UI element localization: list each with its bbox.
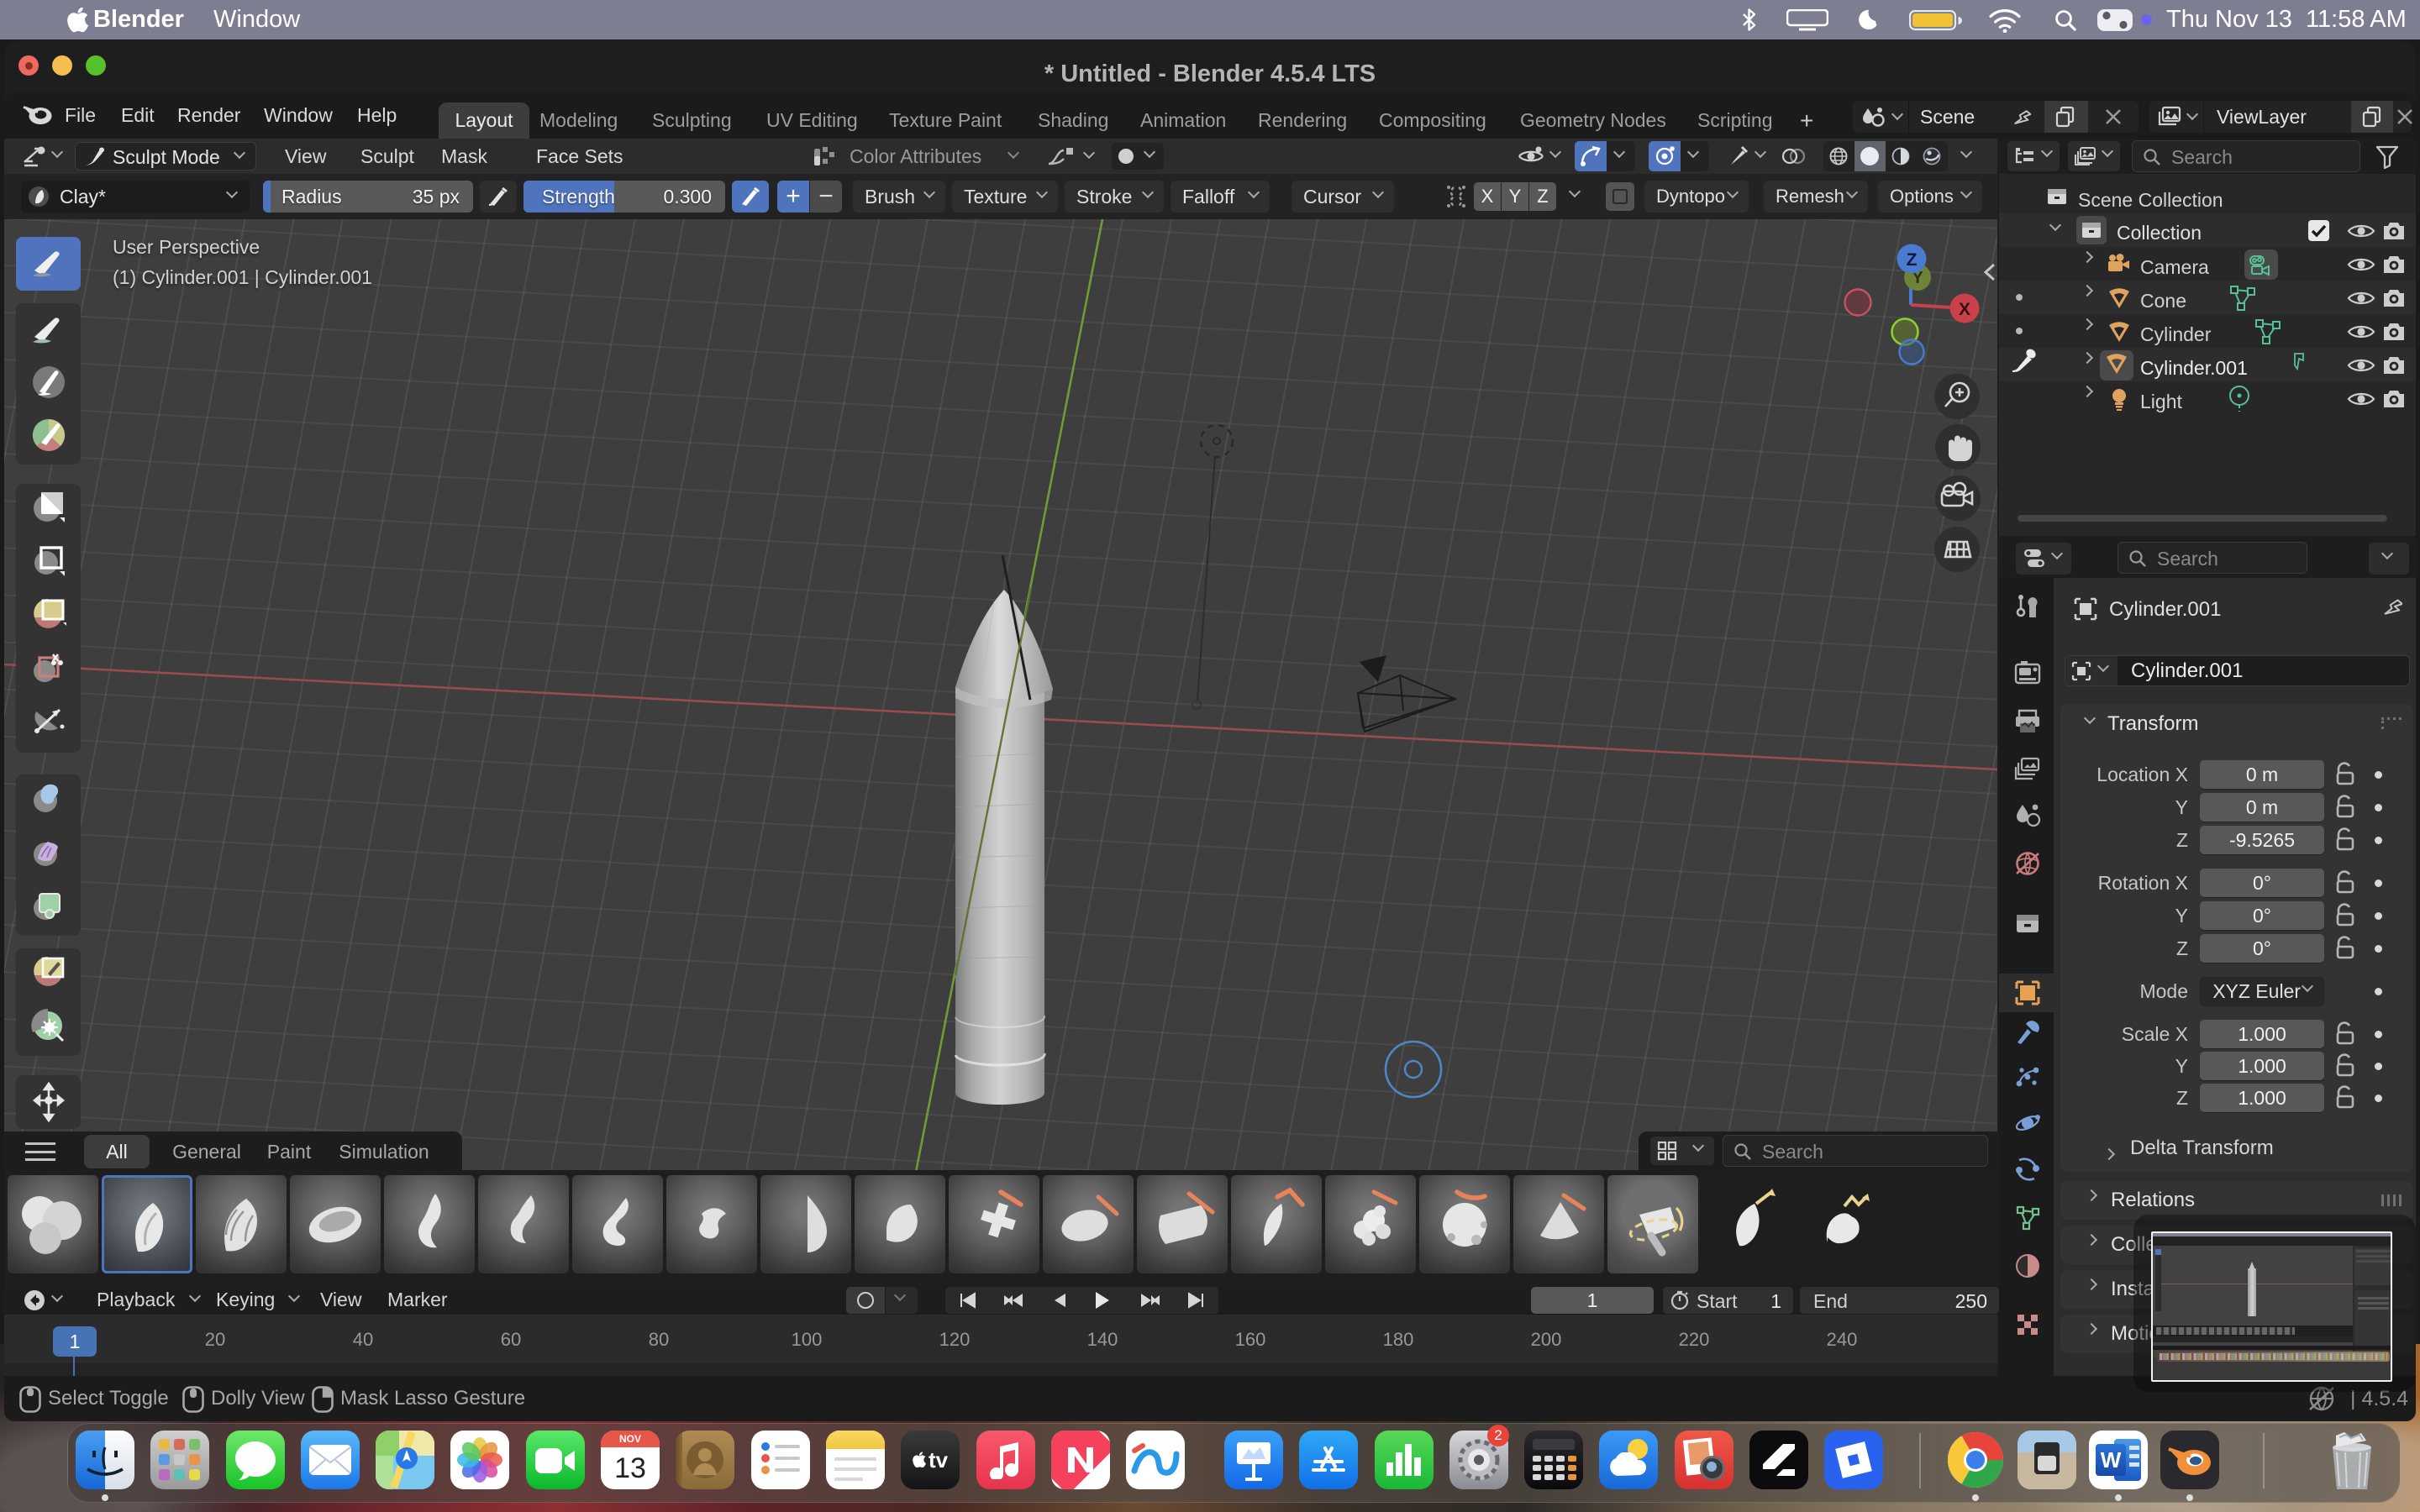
- svg-text:Z: Z: [1907, 250, 1918, 270]
- svg-text:X: X: [1959, 300, 1970, 319]
